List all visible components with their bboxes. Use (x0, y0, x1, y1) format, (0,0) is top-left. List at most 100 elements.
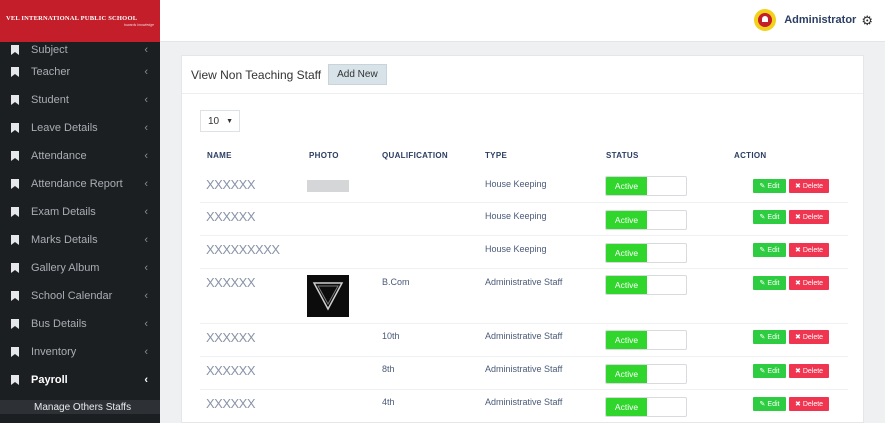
bookmark-icon (11, 263, 19, 273)
status-toggle[interactable]: Active (605, 210, 687, 230)
chevron-left-icon: ‹ (144, 94, 148, 106)
pencil-icon: ✎ (759, 214, 766, 221)
edit-label: Edit (767, 246, 780, 254)
school-logo[interactable]: VEL INTERNATIONAL PUBLIC SCHOOL towards … (0, 0, 160, 42)
sidebar-item-attendance[interactable]: Attendance ‹ (0, 142, 160, 170)
close-icon: ✖ (794, 247, 801, 254)
staff-type: Administrative Staff (485, 277, 563, 287)
status-toggle[interactable]: Active (605, 397, 687, 417)
delete-button[interactable]: ✖ Delete (789, 243, 829, 257)
edit-label: Edit (767, 333, 780, 341)
delete-label: Delete (802, 246, 824, 254)
bookmark-icon (11, 151, 19, 161)
staff-name: XXXXXXXXX (206, 242, 280, 257)
add-new-button[interactable]: Add New (328, 64, 387, 85)
sidebar-item-exam-details[interactable]: Exam Details ‹ (0, 198, 160, 226)
avatar[interactable] (754, 9, 777, 31)
delete-button[interactable]: ✖ Delete (789, 397, 829, 411)
sidebar-item-label: Exam Details (31, 206, 96, 218)
chevron-left-icon: ‹ (144, 346, 148, 358)
sidebar-item-bus-details[interactable]: Bus Details ‹ (0, 310, 160, 338)
chevron-left-icon: ‹ (144, 44, 148, 56)
chevron-left-icon: ‹ (144, 122, 148, 134)
status-toggle[interactable]: Active (605, 364, 687, 384)
column-header-status[interactable]: STATUS (606, 151, 639, 160)
staff-qualification: 10th (382, 331, 400, 341)
column-header-action[interactable]: ACTION (734, 151, 766, 160)
sidebar-item-payroll[interactable]: Payroll ‹ (0, 366, 160, 394)
sidebar-subitem-manage-others-staffs[interactable]: Manage Others Staffs (0, 400, 160, 414)
bookmark-icon (11, 179, 19, 189)
delete-button[interactable]: ✖ Delete (789, 330, 829, 344)
sidebar-item-label: School Calendar (31, 290, 113, 302)
staff-name: XXXXXX (206, 330, 256, 345)
sidebar-item-label: Gallery Album (31, 262, 100, 274)
edit-button[interactable]: ✎ Edit (753, 243, 786, 257)
page-length-select[interactable]: 10 ▼ (200, 110, 240, 132)
sidebar-item-gallery-album[interactable]: Gallery Album ‹ (0, 254, 160, 282)
sidebar-item-school-calendar[interactable]: School Calendar ‹ (0, 282, 160, 310)
staff-name: XXXXXX (206, 396, 256, 411)
staff-name: XXXXXX (206, 275, 256, 290)
status-active-label: Active (606, 398, 647, 416)
staff-name: XXXXXX (206, 363, 256, 378)
gear-icon[interactable]: ⚙ (861, 14, 873, 27)
status-toggle[interactable]: Active (605, 243, 687, 263)
user-name[interactable]: Administrator (784, 14, 856, 26)
status-toggle[interactable]: Active (605, 330, 687, 350)
delete-button[interactable]: ✖ Delete (789, 364, 829, 378)
edit-label: Edit (767, 182, 780, 190)
sidebar-item-label: Inventory (31, 346, 77, 358)
close-icon: ✖ (794, 214, 801, 221)
school-name: VEL INTERNATIONAL PUBLIC SCHOOL (6, 15, 138, 22)
column-header-name[interactable]: NAME (207, 151, 232, 160)
status-active-label: Active (606, 244, 647, 262)
delete-label: Delete (802, 333, 824, 341)
status-toggle[interactable]: Active (605, 275, 687, 295)
user-menu[interactable]: Administrator ⚙ (754, 9, 873, 31)
delete-button[interactable]: ✖ Delete (789, 210, 829, 224)
bookmark-icon (11, 347, 19, 357)
sidebar-item-label: Leave Details (31, 122, 98, 134)
table-row: XXXXXX B.Com Administrative Staff Active… (200, 269, 848, 324)
status-toggle[interactable]: Active (605, 176, 687, 196)
school-tagline: towards knowledge (124, 23, 154, 27)
edit-button[interactable]: ✎ Edit (753, 179, 786, 193)
chevron-left-icon: ‹ (144, 374, 148, 386)
edit-label: Edit (767, 213, 780, 221)
edit-button[interactable]: ✎ Edit (753, 276, 786, 290)
sidebar-item-attendance-report[interactable]: Attendance Report ‹ (0, 170, 160, 198)
edit-button[interactable]: ✎ Edit (753, 210, 786, 224)
sidebar-item-marks-details[interactable]: Marks Details ‹ (0, 226, 160, 254)
chevron-left-icon: ‹ (144, 206, 148, 218)
sidebar-item-inventory[interactable]: Inventory ‹ (0, 338, 160, 366)
bookmark-icon (11, 67, 19, 77)
delete-label: Delete (802, 279, 824, 287)
sidebar: VEL INTERNATIONAL PUBLIC SCHOOL towards … (0, 0, 160, 423)
sidebar-item-subject[interactable]: Subject ‹ (0, 42, 160, 58)
column-header-qualification[interactable]: QUALIFICATION (382, 151, 448, 160)
close-icon: ✖ (794, 334, 801, 341)
sidebar-item-teacher[interactable]: Teacher ‹ (0, 58, 160, 86)
staff-name: XXXXXX (206, 177, 256, 192)
sidebar-item-leave-details[interactable]: Leave Details ‹ (0, 114, 160, 142)
sidebar-item-student[interactable]: Student ‹ (0, 86, 160, 114)
staff-type: Administrative Staff (485, 331, 563, 341)
edit-button[interactable]: ✎ Edit (753, 397, 786, 411)
edit-button[interactable]: ✎ Edit (753, 330, 786, 344)
staff-type: House Keeping (485, 211, 547, 221)
delete-label: Delete (802, 400, 824, 408)
pencil-icon: ✎ (759, 368, 766, 375)
sidebar-item-label: Payroll (31, 374, 68, 386)
bookmark-icon (11, 235, 19, 245)
table-row: XXXXXX 4th Administrative Staff Active ✎… (200, 390, 848, 423)
edit-button[interactable]: ✎ Edit (753, 364, 786, 378)
edit-label: Edit (767, 367, 780, 375)
delete-button[interactable]: ✖ Delete (789, 179, 829, 193)
column-header-type[interactable]: TYPE (485, 151, 507, 160)
delete-label: Delete (802, 367, 824, 375)
delete-button[interactable]: ✖ Delete (789, 276, 829, 290)
staff-photo (307, 180, 349, 192)
table-row: XXXXXX 10th Administrative Staff Active … (200, 324, 848, 357)
column-header-photo[interactable]: PHOTO (309, 151, 339, 160)
